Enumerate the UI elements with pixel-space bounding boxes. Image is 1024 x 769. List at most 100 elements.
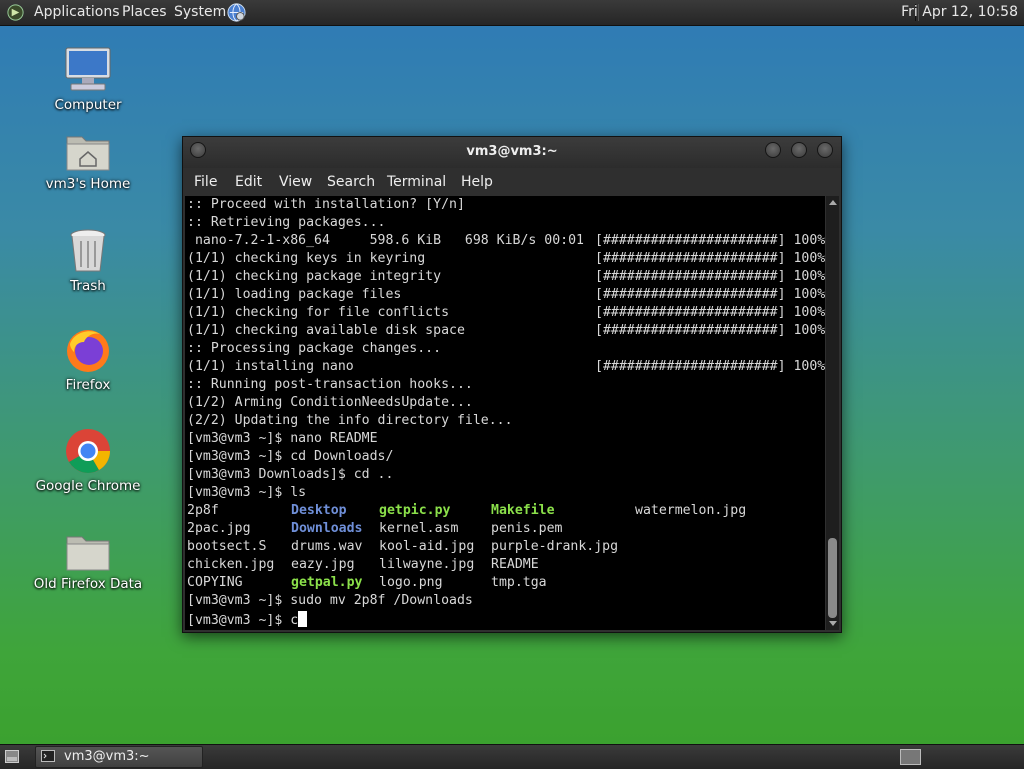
terminal-line: [vm3@vm3 ~]$ cd Downloads/ xyxy=(187,449,393,467)
progress-bar-text: [######################] 100% xyxy=(595,287,825,302)
terminal-line: (1/1) installing nano [##################… xyxy=(187,359,825,377)
terminal-scrollbar[interactable] xyxy=(826,196,839,630)
ls-file: kernel.asm xyxy=(379,521,459,536)
shell-prompt: [vm3@vm3 ~]$ xyxy=(187,613,291,628)
desktop-icon-trash[interactable]: Trash xyxy=(33,227,143,294)
terminal-line-text: :: Processing package changes... xyxy=(187,341,442,356)
terminal-line-text: (1/1) checking keys in keyring xyxy=(187,251,426,266)
menu-edit[interactable]: Edit xyxy=(235,174,262,190)
terminal-line-text: :: Retrieving packages... xyxy=(187,215,386,230)
progress-bar-text: [######################] 100% xyxy=(595,251,825,266)
ls-file: chicken.jpg xyxy=(187,557,275,572)
terminal-line: (1/1) checking available disk space [####… xyxy=(187,323,825,341)
ls-file: bootsect.S xyxy=(187,539,267,554)
terminal-line: [vm3@vm3 ~]$ ls xyxy=(187,485,306,503)
terminal-line: (1/2) Arming ConditionNeedsUpdate... xyxy=(187,395,473,413)
menu-file[interactable]: File xyxy=(194,174,217,190)
terminal-line: :: Running post-transaction hooks... xyxy=(187,377,473,395)
terminal-line: (1/1) checking keys in keyring [#########… xyxy=(187,251,825,269)
menu-view[interactable]: View xyxy=(279,174,312,190)
chrome-icon xyxy=(66,429,110,473)
terminal-line: [vm3@vm3 Downloads]$ cd .. xyxy=(187,467,393,485)
progress-bar-text: [######################] 100% xyxy=(595,359,825,374)
terminal-line-text: :: Running post-transaction hooks... xyxy=(187,377,473,392)
desktop-icon-label: vm3's Home xyxy=(45,176,131,192)
terminal-line-text: [vm3@vm3 Downloads]$ cd .. xyxy=(187,467,394,482)
terminal-line-text: :: Proceed with installation? [Y/n] xyxy=(187,197,465,212)
desktop-icon-label: Firefox xyxy=(65,377,111,393)
menu-search[interactable]: Search xyxy=(327,174,375,190)
desktop-icon-label: Computer xyxy=(54,97,122,113)
scroll-down-arrow-icon[interactable] xyxy=(829,621,837,626)
workspace-switcher[interactable] xyxy=(900,749,921,765)
menu-help[interactable]: Help xyxy=(461,174,493,190)
ls-file: lilwayne.jpg xyxy=(379,557,475,572)
desktop-icon-home[interactable]: vm3's Home xyxy=(33,129,143,192)
show-desktop-icon[interactable] xyxy=(5,750,19,763)
terminal-line: :: Processing package changes... xyxy=(187,341,441,359)
network-globe-icon[interactable] xyxy=(226,2,247,23)
desktop-icon-chrome[interactable]: Google Chrome xyxy=(33,427,143,494)
taskbar-button-label: vm3@vm3:~ xyxy=(64,749,150,764)
terminal-line-text: [vm3@vm3 ~]$ cd Downloads/ xyxy=(187,449,394,464)
terminal-line: [vm3@vm3 ~]$ sudo mv 2p8f /Downloads xyxy=(187,593,473,608)
home-folder-icon xyxy=(66,136,110,171)
terminal-line: :: Retrieving packages... xyxy=(187,215,386,233)
desktop-icon-label: Old Firefox Data xyxy=(33,576,143,592)
scroll-up-arrow-icon[interactable] xyxy=(829,200,837,205)
trash-icon xyxy=(70,229,106,272)
scrollbar-thumb[interactable] xyxy=(828,538,837,618)
terminal-icon xyxy=(41,750,55,762)
command-input[interactable]: c xyxy=(290,613,298,628)
ls-file: README xyxy=(491,557,539,572)
gnome-foot-icon[interactable] xyxy=(6,3,25,22)
text-cursor xyxy=(298,611,308,627)
desktop-icon-firefox[interactable]: Firefox xyxy=(33,326,143,393)
terminal-line-text: (1/1) checking package integrity xyxy=(187,269,442,284)
terminal-line: nano-7.2-1-x86_64 598.6 KiB 698 KiB/s 00… xyxy=(187,233,825,251)
taskbar-button-terminal[interactable]: vm3@vm3:~ xyxy=(35,746,203,768)
progress-bar-text: [######################] 100% xyxy=(595,323,825,338)
ls-directory: Downloads xyxy=(291,521,363,536)
ls-file: watermelon.jpg xyxy=(635,503,747,518)
terminal-line-text: (1/1) installing nano xyxy=(187,359,354,374)
close-button[interactable] xyxy=(817,142,833,158)
menu-places[interactable]: Places xyxy=(122,4,167,20)
terminal-output[interactable]: :: Proceed with installation? [Y/n]:: Re… xyxy=(185,196,825,630)
maximize-button[interactable] xyxy=(791,142,807,158)
ls-executable: getpic.py xyxy=(379,503,451,518)
ls-executable: Makefile xyxy=(491,503,555,518)
desktop-icon-label: Google Chrome xyxy=(35,478,141,494)
menu-applications[interactable]: Applications xyxy=(34,4,120,20)
ls-executable: getpal.py xyxy=(291,575,363,590)
terminal-line-text: (1/1) loading package files xyxy=(187,287,402,302)
terminal-line: (1/1) checking for file conflicts [######… xyxy=(187,305,825,323)
menu-system[interactable]: System xyxy=(174,4,226,20)
terminal-window[interactable]: vm3@vm3:~ File Edit View Search Terminal… xyxy=(182,136,842,633)
terminal-line: (2/2) Updating the info directory file..… xyxy=(187,413,513,431)
terminal-line: (1/1) checking package integrity [#######… xyxy=(187,269,825,287)
ls-file: drums.wav xyxy=(291,539,363,554)
terminal-line-text: [vm3@vm3 ~]$ nano README xyxy=(187,431,378,446)
clock[interactable]: Fri Apr 12, 10:58 xyxy=(901,4,1018,20)
minimize-button[interactable] xyxy=(765,142,781,158)
top-panel: Applications Places System Fri Apr 12, 1… xyxy=(0,0,1024,26)
window-title: vm3@vm3:~ xyxy=(466,144,558,159)
ls-file: tmp.tga xyxy=(491,575,547,590)
desktop-icon-old-firefox-data[interactable]: Old Firefox Data xyxy=(33,529,143,592)
ls-file: COPYING xyxy=(187,575,243,590)
terminal-line: (1/1) loading package files [############… xyxy=(187,287,825,305)
title-bar[interactable]: vm3@vm3:~ xyxy=(183,137,841,168)
ls-file: eazy.jpg xyxy=(291,557,355,572)
folder-icon xyxy=(66,536,110,571)
progress-bar-text: [######################] 100% xyxy=(595,233,825,248)
menu-terminal[interactable]: Terminal xyxy=(387,174,446,190)
ls-file: 2p8f xyxy=(187,503,219,518)
ls-file: 2pac.jpg xyxy=(187,521,251,536)
terminal-prompt-line: [vm3@vm3 ~]$ c xyxy=(187,611,308,629)
terminal-line-text: (1/1) checking for file conflicts xyxy=(187,305,450,320)
desktop-icon-computer[interactable]: Computer xyxy=(33,46,143,113)
ls-directory: Desktop xyxy=(291,503,347,518)
terminal-line-text: (1/1) checking available disk space xyxy=(187,323,465,338)
desktop-icon-label: Trash xyxy=(70,278,106,294)
